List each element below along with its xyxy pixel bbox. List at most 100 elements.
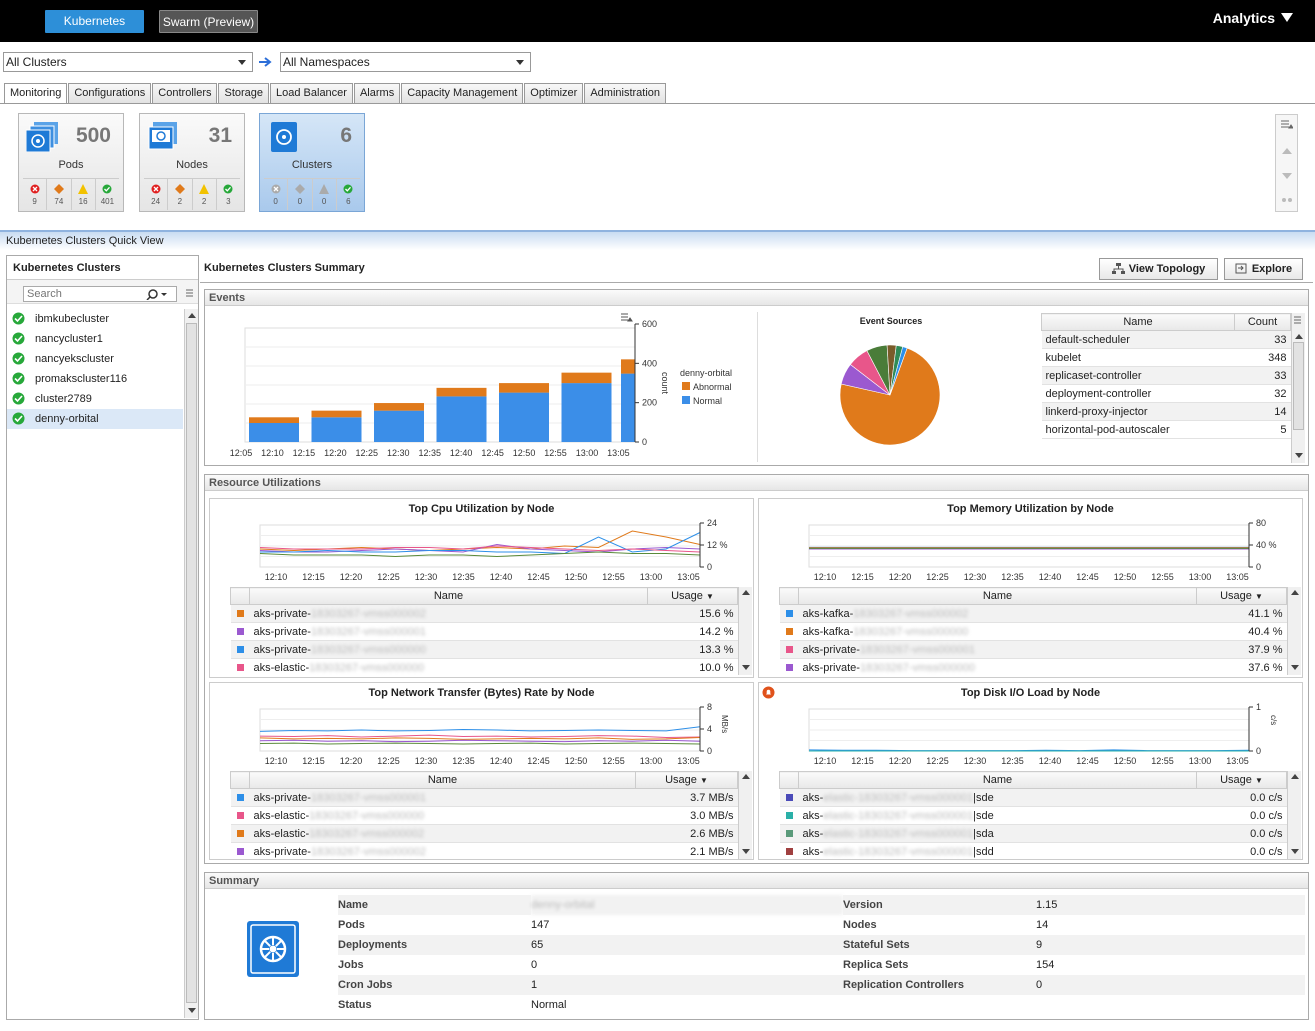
view-topology-button[interactable]: View Topology bbox=[1099, 258, 1218, 280]
cpu-table-scrollbar[interactable] bbox=[738, 587, 752, 675]
explore-button[interactable]: Explore bbox=[1224, 258, 1303, 280]
bar-normal[interactable] bbox=[499, 392, 549, 442]
swarm-button[interactable]: Swarm (Preview) bbox=[159, 10, 258, 33]
scroll-thumb[interactable] bbox=[1293, 342, 1304, 430]
chevron-up-icon[interactable] bbox=[1291, 590, 1299, 595]
bar-normal[interactable] bbox=[621, 373, 635, 442]
table-row[interactable]: aks-private-18303267-vmss000002 15.6 % bbox=[230, 604, 738, 623]
chevron-up-icon[interactable] bbox=[1295, 334, 1303, 339]
table-row[interactable]: replicaset-controller 33 bbox=[1041, 366, 1291, 385]
list-item[interactable]: denny-orbital bbox=[7, 409, 183, 429]
table-row[interactable]: kubelet 348 bbox=[1041, 348, 1291, 367]
usage-column-header[interactable]: Usage ▼ bbox=[647, 587, 738, 605]
table-row[interactable]: linkerd-proxy-injector 14 bbox=[1041, 402, 1291, 421]
disk-table-scrollbar[interactable] bbox=[1287, 771, 1301, 859]
normal-stat[interactable]: 401 bbox=[96, 179, 119, 210]
bar-abnormal[interactable] bbox=[621, 359, 635, 374]
bar-abnormal[interactable] bbox=[249, 417, 299, 423]
critical-stat[interactable]: 9 bbox=[23, 179, 48, 210]
table-row[interactable]: default-scheduler 33 bbox=[1041, 330, 1291, 349]
chart-options-icon[interactable] bbox=[621, 313, 633, 322]
list-options-icon[interactable] bbox=[186, 289, 196, 299]
scroll-thumb[interactable] bbox=[186, 323, 197, 1003]
table-row[interactable]: aks-elastic-18303267-vmss000002 2.6 MB/s bbox=[230, 824, 738, 843]
chevron-down-icon[interactable] bbox=[742, 665, 750, 670]
table-row[interactable]: aks-private-18303267-vmss000001 3.7 MB/s bbox=[230, 788, 738, 807]
event-table-scrollbar[interactable] bbox=[1291, 313, 1305, 463]
table-row[interactable]: aks-elastic-18303267-vmss000001|sda 0.0 c… bbox=[779, 824, 1287, 843]
memory-table-scrollbar[interactable] bbox=[1287, 587, 1301, 675]
tab-controllers[interactable]: Controllers bbox=[152, 83, 218, 103]
tab-storage[interactable]: Storage bbox=[218, 83, 270, 103]
chevron-up-icon[interactable] bbox=[1282, 148, 1292, 154]
major-stat[interactable]: 0 bbox=[288, 179, 313, 210]
tab-load-balancer[interactable]: Load Balancer bbox=[270, 83, 353, 103]
critical-stat[interactable]: 0 bbox=[264, 179, 289, 210]
count-column-header[interactable]: Count bbox=[1234, 313, 1291, 331]
bar-normal[interactable] bbox=[374, 410, 424, 442]
table-row[interactable]: deployment-controller 32 bbox=[1041, 384, 1291, 403]
table-row[interactable]: aks-private-18303267-vmss000000 13.3 % bbox=[230, 640, 738, 659]
chevron-up-icon[interactable] bbox=[742, 774, 750, 779]
table-row[interactable]: aks-kafka-18303267-vmss000002 41.1 % bbox=[779, 604, 1287, 623]
chevron-down-icon[interactable] bbox=[1291, 849, 1299, 854]
chevron-down-icon[interactable] bbox=[1295, 453, 1303, 458]
normal-stat[interactable]: 3 bbox=[217, 179, 240, 210]
warning-stat[interactable]: 0 bbox=[313, 179, 337, 210]
table-row[interactable]: aks-elastic-18303267-vmss000001|sdd 0.0 c… bbox=[779, 842, 1287, 859]
table-row[interactable]: horizontal-pod-autoscaler 5 bbox=[1041, 420, 1291, 439]
tab-configurations[interactable]: Configurations bbox=[68, 83, 152, 103]
table-row[interactable]: aks-elastic-18303267-vmss000000 3.0 MB/s bbox=[230, 806, 738, 825]
usage-column-header[interactable]: Usage ▼ bbox=[635, 771, 738, 789]
bar-abnormal[interactable] bbox=[374, 403, 424, 411]
tab-alarms[interactable]: Alarms bbox=[353, 83, 401, 103]
normal-stat[interactable]: 6 bbox=[337, 179, 360, 210]
bar-normal[interactable] bbox=[436, 396, 487, 442]
bar-normal[interactable] bbox=[311, 417, 362, 442]
critical-stat[interactable]: 24 bbox=[144, 179, 169, 210]
tab-optimizer[interactable]: Optimizer bbox=[524, 83, 584, 103]
list-options-icon[interactable] bbox=[1294, 316, 1304, 326]
table-row[interactable]: aks-kafka-18303267-vmss000000 40.4 % bbox=[779, 622, 1287, 641]
chevron-down-icon[interactable] bbox=[1291, 665, 1299, 670]
alarm-bell-icon[interactable] bbox=[762, 686, 775, 699]
tile-nodes[interactable]: 31 Nodes 24 2 2 3 bbox=[139, 113, 245, 212]
list-options-icon[interactable] bbox=[1281, 120, 1293, 130]
name-column-header[interactable]: Name bbox=[798, 771, 1197, 789]
table-row[interactable]: aks-private-18303267-vmss000002 2.1 MB/s bbox=[230, 842, 738, 859]
name-column-header[interactable]: Name bbox=[249, 771, 636, 789]
namespace-select[interactable]: All Namespaces bbox=[280, 52, 531, 72]
table-row[interactable]: aks-private-18303267-vmss000000 37.6 % bbox=[779, 658, 1287, 675]
chevron-up-icon[interactable] bbox=[188, 313, 196, 318]
name-column-header[interactable]: Name bbox=[1041, 313, 1235, 331]
table-row[interactable]: aks-private-18303267-vmss000001 14.2 % bbox=[230, 622, 738, 641]
list-item[interactable]: ibmkubecluster bbox=[7, 309, 183, 329]
bar-normal[interactable] bbox=[561, 383, 612, 442]
name-column-header[interactable]: Name bbox=[249, 587, 648, 605]
chevron-down-icon[interactable] bbox=[742, 849, 750, 854]
cluster-list-scrollbar[interactable] bbox=[184, 309, 198, 1018]
major-stat[interactable]: 2 bbox=[168, 179, 193, 210]
bar-abnormal[interactable] bbox=[436, 387, 487, 397]
table-row[interactable]: aks-elastic-18303267-vmss000001|sde 0.0 c… bbox=[779, 788, 1287, 807]
chevron-up-icon[interactable] bbox=[742, 590, 750, 595]
usage-column-header[interactable]: Usage ▼ bbox=[1196, 771, 1287, 789]
chevron-down-icon[interactable] bbox=[1282, 173, 1292, 179]
chevron-down-icon[interactable] bbox=[188, 1008, 196, 1013]
warning-stat[interactable]: 2 bbox=[193, 179, 217, 210]
usage-column-header[interactable]: Usage ▼ bbox=[1196, 587, 1287, 605]
tab-administration[interactable]: Administration bbox=[584, 83, 667, 103]
kubernetes-button[interactable]: Kubernetes bbox=[45, 10, 144, 33]
bar-abnormal[interactable] bbox=[311, 410, 362, 418]
tab-monitoring[interactable]: Monitoring bbox=[4, 83, 68, 104]
bar-normal[interactable] bbox=[249, 423, 299, 442]
tab-capacity-management[interactable]: Capacity Management bbox=[401, 83, 524, 103]
network-table-scrollbar[interactable] bbox=[738, 771, 752, 859]
chevron-up-icon[interactable] bbox=[1291, 774, 1299, 779]
list-item[interactable]: cluster2789 bbox=[7, 389, 183, 409]
list-item[interactable]: promakscluster116 bbox=[7, 369, 183, 389]
warning-stat[interactable]: 16 bbox=[72, 179, 96, 210]
table-row[interactable]: aks-elastic-18303267-vmss000000 10.0 % bbox=[230, 658, 738, 675]
cluster-select[interactable]: All Clusters bbox=[3, 52, 253, 72]
list-item[interactable]: nancyekscluster bbox=[7, 349, 183, 369]
